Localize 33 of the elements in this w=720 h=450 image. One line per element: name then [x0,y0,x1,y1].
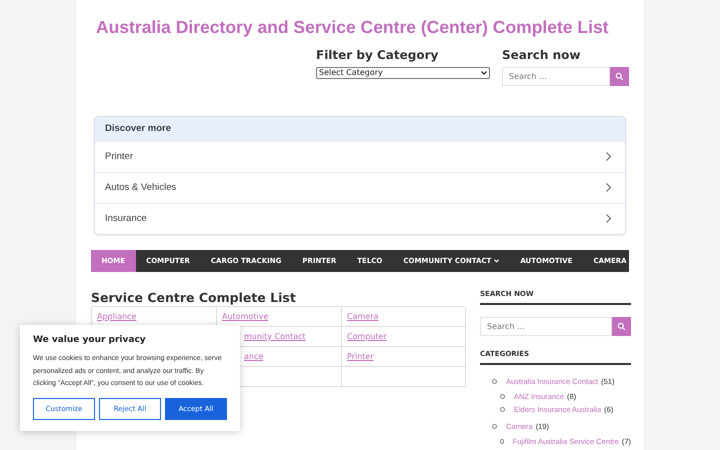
chevron-down-icon [494,258,500,263]
bullet-icon [492,424,497,429]
widget-heading: Search now [502,48,582,62]
search-icon [617,322,626,331]
category-link[interactable]: Camera [347,312,378,321]
discover-item[interactable]: Insurance [95,202,625,234]
search-field[interactable]: Search … [480,316,612,336]
chevron-right-icon [606,183,611,192]
category-link[interactable]: ance [244,352,264,361]
discover-item[interactable]: Autos & Vehicles [95,172,625,203]
discover-heading: Discover more [95,116,625,141]
chevron-right-icon [606,152,611,162]
category-select[interactable]: Select Category [316,66,490,79]
category-link[interactable]: Appliance [97,312,136,321]
search-icon [615,72,624,81]
bullet-icon [500,438,504,444]
search-button[interactable] [612,316,631,336]
bullet-icon [500,394,505,399]
category-link[interactable]: Automotive [222,312,268,321]
search-field[interactable]: Search … [502,66,610,86]
cookie-title: We value your privacy [33,335,147,345]
chevron-down-icon [481,70,487,75]
widget-heading: Filter by Category [316,48,440,62]
section-heading: Service Centre Complete List [91,290,297,305]
chevron-right-icon [606,214,611,224]
bullet-icon [492,378,497,384]
category-link[interactable]: munity Contact [244,332,306,341]
bullet-icon [500,406,505,412]
search-button[interactable] [610,66,629,86]
category-link[interactable]: Computer [347,332,387,341]
category-link[interactable]: Printer [347,352,374,361]
site-title[interactable]: Australia Directory and Service Centre (Center) Complete List [96,16,609,39]
discover-item[interactable]: Printer [95,140,625,172]
